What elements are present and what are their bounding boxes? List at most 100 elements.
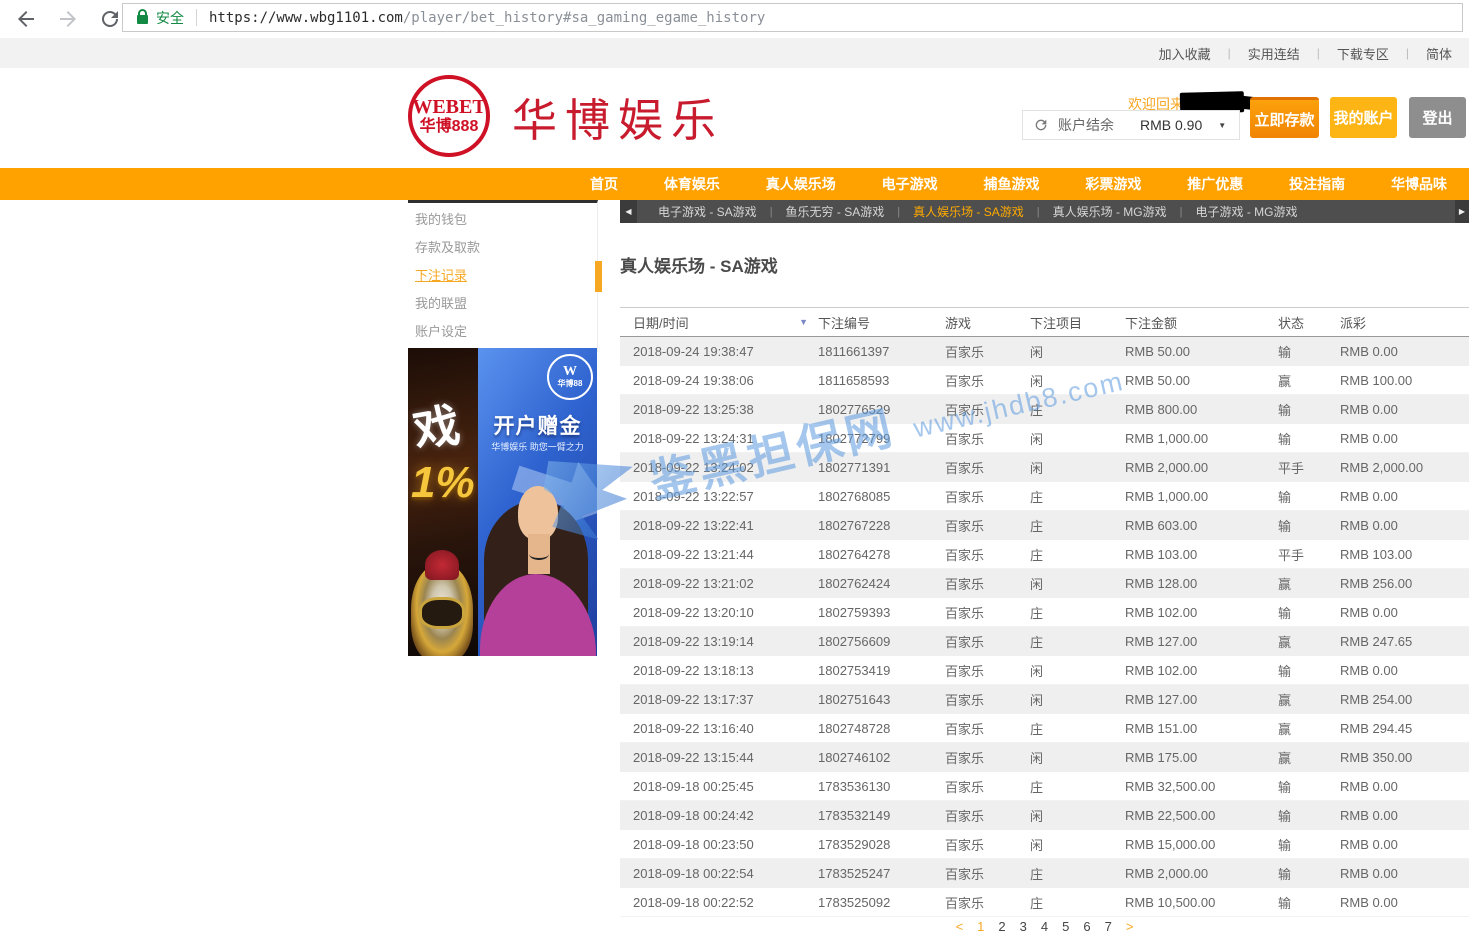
- address-bar[interactable]: 安全 https://www.wbg1101.com/player/bet_hi…: [122, 3, 1463, 32]
- cell-bet-id: 1802746102: [818, 750, 945, 765]
- cell-status: 输: [1278, 806, 1340, 825]
- cell-bet-amount: RMB 102.00: [1125, 663, 1278, 678]
- page-title: 真人娱乐场 - SA游戏: [620, 252, 778, 277]
- cell-bet-id: 1811661397: [818, 344, 945, 359]
- utility-link-0[interactable]: 加入收藏: [1154, 44, 1216, 63]
- tabs-scroll-left-icon[interactable]: ◀: [620, 200, 637, 223]
- my-account-button[interactable]: 我的账户: [1330, 97, 1397, 138]
- cell-game: 百家乐: [945, 400, 1030, 419]
- pagination-page-5[interactable]: 5: [1062, 919, 1069, 934]
- cell-bet-item: 庄: [1030, 893, 1125, 912]
- pagination-page-3[interactable]: 3: [1020, 919, 1027, 934]
- pagination-page-2[interactable]: 2: [998, 919, 1005, 934]
- url-domain: https://www.wbg1101.com: [209, 10, 403, 26]
- cell-payout: RMB 256.00: [1340, 576, 1469, 591]
- nav-item-0[interactable]: 首页: [590, 174, 618, 194]
- pagination-page-1[interactable]: 1: [977, 919, 984, 934]
- back-icon[interactable]: [14, 7, 38, 31]
- cell-game: 百家乐: [945, 458, 1030, 477]
- cell-game: 百家乐: [945, 429, 1030, 448]
- secure-lock-icon: [137, 15, 148, 24]
- nav-item-7[interactable]: 投注指南: [1289, 174, 1345, 194]
- nav-item-6[interactable]: 推广优惠: [1187, 174, 1243, 194]
- url-text[interactable]: https://www.wbg1101.com/player/bet_histo…: [209, 10, 765, 26]
- site-logo-link[interactable]: WEBET 华博888 华博娱乐: [408, 75, 724, 157]
- nav-item-4[interactable]: 捕鱼游戏: [984, 174, 1040, 194]
- cell-date-time: 2018-09-22 13:15:44: [620, 750, 818, 765]
- cell-bet-id: 1783536130: [818, 779, 945, 794]
- sidebar-item-0[interactable]: 我的钱包: [408, 206, 597, 234]
- cell-date-time: 2018-09-22 13:20:10: [620, 605, 818, 620]
- active-indicator: [595, 261, 602, 292]
- nav-item-1[interactable]: 体育娱乐: [664, 174, 720, 194]
- nav-item-5[interactable]: 彩票游戏: [1085, 174, 1141, 194]
- promo-banner-game[interactable]: 戏 1%: [408, 348, 478, 656]
- tab-item-4[interactable]: 电子游戏 - MG游戏: [1183, 203, 1311, 220]
- utility-link-3[interactable]: 简体: [1421, 44, 1457, 63]
- banner-calligraphy: 戏: [408, 389, 464, 462]
- cell-bet-item: 闲: [1030, 835, 1125, 854]
- nav-item-3[interactable]: 电子游戏: [882, 174, 938, 194]
- cell-game: 百家乐: [945, 690, 1030, 709]
- tab-item-0[interactable]: 电子游戏 - SA游戏: [645, 203, 770, 220]
- sort-desc-icon[interactable]: ▼: [799, 317, 808, 327]
- reload-icon[interactable]: [98, 7, 122, 31]
- table-row: 2018-09-22 13:22:411802767228百家乐庄RMB 603…: [620, 511, 1469, 540]
- nav-item-8[interactable]: 华博品味: [1391, 174, 1447, 194]
- url-path: /player/bet_history#sa_gaming_egame_hist…: [403, 10, 765, 26]
- cell-game: 百家乐: [945, 371, 1030, 390]
- cell-bet-amount: RMB 2,000.00: [1125, 866, 1278, 881]
- balance-dropdown[interactable]: 账户结余 RMB 0.90 ▼: [1022, 110, 1240, 140]
- cell-status: 平手: [1278, 458, 1340, 477]
- cell-game: 百家乐: [945, 342, 1030, 361]
- cell-bet-amount: RMB 102.00: [1125, 605, 1278, 620]
- cell-payout: RMB 350.00: [1340, 750, 1469, 765]
- pagination-page-4[interactable]: 4: [1041, 919, 1048, 934]
- table-row: 2018-09-18 00:22:541783525247百家乐庄RMB 2,0…: [620, 859, 1469, 888]
- pagination-next[interactable]: >: [1126, 919, 1134, 934]
- sidebar-item-2[interactable]: 下注记录: [408, 262, 597, 290]
- cell-bet-id: 1783532149: [818, 808, 945, 823]
- cell-game: 百家乐: [945, 864, 1030, 883]
- tab-item-2[interactable]: 真人娱乐场 - SA游戏: [900, 203, 1037, 220]
- cell-bet-id: 1802759393: [818, 605, 945, 620]
- cell-game: 百家乐: [945, 835, 1030, 854]
- deposit-button[interactable]: 立即存款: [1250, 97, 1319, 138]
- tab-item-1[interactable]: 鱼乐无穷 - SA游戏: [773, 203, 898, 220]
- sidebar-item-1[interactable]: 存款及取款: [408, 234, 597, 262]
- forward-icon[interactable]: [56, 7, 80, 31]
- refresh-balance-icon[interactable]: [1033, 117, 1049, 133]
- cell-bet-item: 庄: [1030, 864, 1125, 883]
- main-nav-bar: 首页 体育娱乐 真人娱乐场 电子游戏 捕鱼游戏 彩票游戏 推广优惠 投注指南 华博品味: [0, 168, 1469, 200]
- tab-item-3[interactable]: 真人娱乐场 - MG游戏: [1040, 203, 1180, 220]
- cell-status: 输: [1278, 342, 1340, 361]
- cell-bet-id: 1802764278: [818, 547, 945, 562]
- cell-bet-amount: RMB 128.00: [1125, 576, 1278, 591]
- pagination-prev[interactable]: <: [956, 919, 964, 934]
- cell-date-time: 2018-09-18 00:24:42: [620, 808, 818, 823]
- pagination-page-7[interactable]: 7: [1105, 919, 1112, 934]
- cell-game: 百家乐: [945, 516, 1030, 535]
- sidebar-item-4[interactable]: 账户设定: [408, 318, 597, 346]
- column-header-date-time[interactable]: 日期/时间▼: [620, 313, 818, 332]
- logout-button[interactable]: 登出: [1409, 97, 1466, 138]
- tabs-scroll-right-icon[interactable]: ▶: [1455, 200, 1469, 223]
- cell-bet-amount: RMB 1,000.00: [1125, 489, 1278, 504]
- utility-link-2[interactable]: 下载专区: [1332, 44, 1394, 63]
- cell-game: 百家乐: [945, 719, 1030, 738]
- cell-game: 百家乐: [945, 574, 1030, 593]
- cell-date-time: 2018-09-22 13:24:02: [620, 460, 818, 475]
- pagination-page-6[interactable]: 6: [1083, 919, 1090, 934]
- chevron-down-icon[interactable]: ▼: [1218, 121, 1226, 130]
- cell-payout: RMB 0.00: [1340, 895, 1469, 910]
- cell-bet-item: 闲: [1030, 458, 1125, 477]
- utility-separator: |: [1228, 46, 1231, 60]
- cell-bet-item: 庄: [1030, 632, 1125, 651]
- sidebar-item-3[interactable]: 我的联盟: [408, 290, 597, 318]
- knight-helmet-graphic: [411, 564, 473, 656]
- cell-bet-id: 1802768085: [818, 489, 945, 504]
- nav-item-2[interactable]: 真人娱乐场: [766, 174, 836, 194]
- utility-link-1[interactable]: 实用连结: [1243, 44, 1305, 63]
- promo-banner-bonus[interactable]: W 华博88 开户赠金 华博娱乐 助您一臂之力: [478, 348, 597, 656]
- utility-links: 加入收藏|实用连结|下载专区|简体: [1154, 38, 1457, 68]
